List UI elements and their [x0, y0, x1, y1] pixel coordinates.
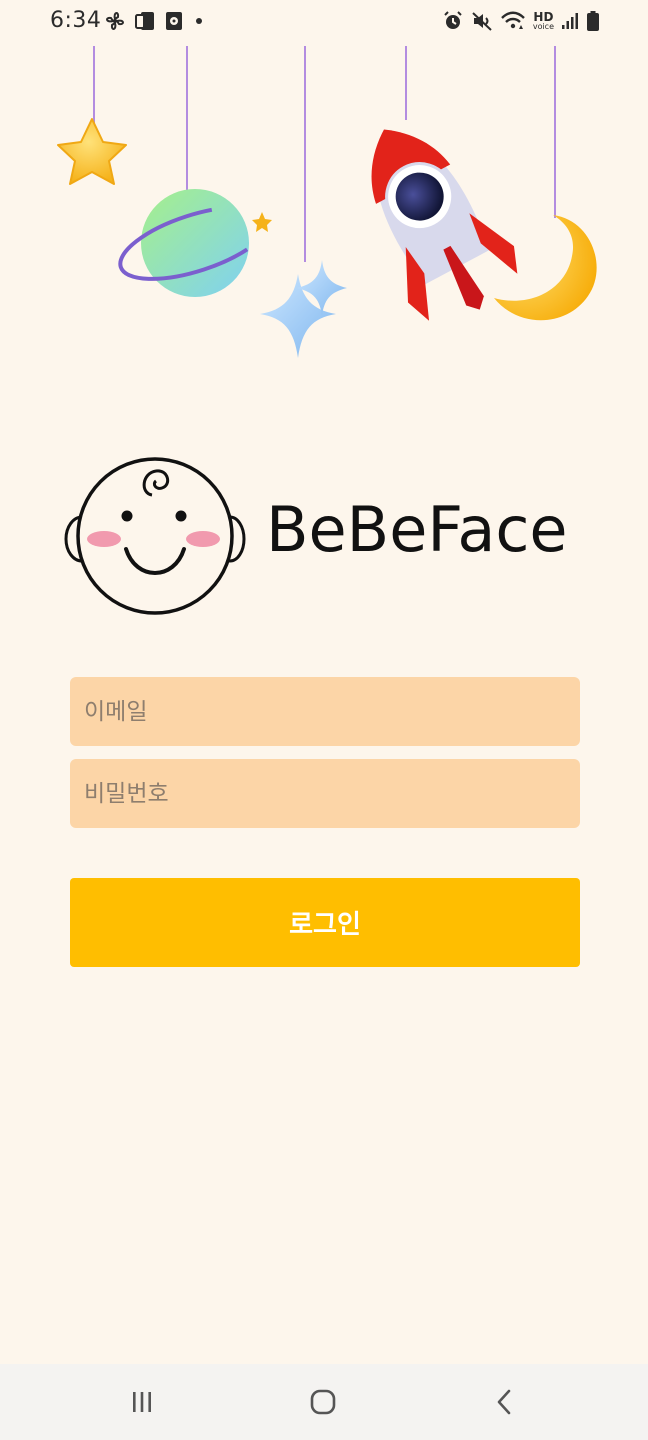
status-right-icons: HD voice [442, 10, 600, 32]
navigation-bar [0, 1364, 648, 1440]
home-icon [310, 1389, 336, 1415]
recents-icon [133, 1392, 151, 1412]
status-left-icons [104, 10, 206, 32]
email-field[interactable] [70, 677, 580, 746]
back-button[interactable] [480, 1382, 530, 1422]
alarm-icon [442, 10, 464, 32]
moon-ornament [494, 215, 597, 321]
back-icon [497, 1389, 511, 1415]
battery-icon [586, 10, 600, 32]
baby-face-icon [64, 457, 246, 615]
mute-icon [471, 10, 493, 32]
hd-voice-icon: HD voice [533, 11, 554, 31]
hanging-mobile-decoration [57, 46, 597, 358]
status-time: 6:34 [50, 8, 102, 33]
sparkle-ornament [260, 260, 347, 358]
app-logo: BeBeFace [60, 455, 600, 620]
star-ornament [57, 118, 127, 185]
home-button[interactable] [298, 1382, 348, 1422]
device-icon [134, 10, 156, 32]
logo-text: BeBeFace [266, 493, 568, 566]
voice-label: voice [532, 22, 554, 31]
password-field[interactable] [70, 759, 580, 828]
recents-button[interactable] [117, 1382, 167, 1422]
login-button[interactable]: 로그인 [70, 878, 580, 967]
status-bar: 6:34 HD voice [0, 0, 648, 46]
fan-icon [104, 10, 126, 32]
wifi-icon [500, 10, 526, 32]
media-icon [164, 10, 184, 32]
dot-icon [192, 10, 206, 32]
signal-icon [561, 10, 579, 32]
planet-ornament [118, 189, 272, 297]
